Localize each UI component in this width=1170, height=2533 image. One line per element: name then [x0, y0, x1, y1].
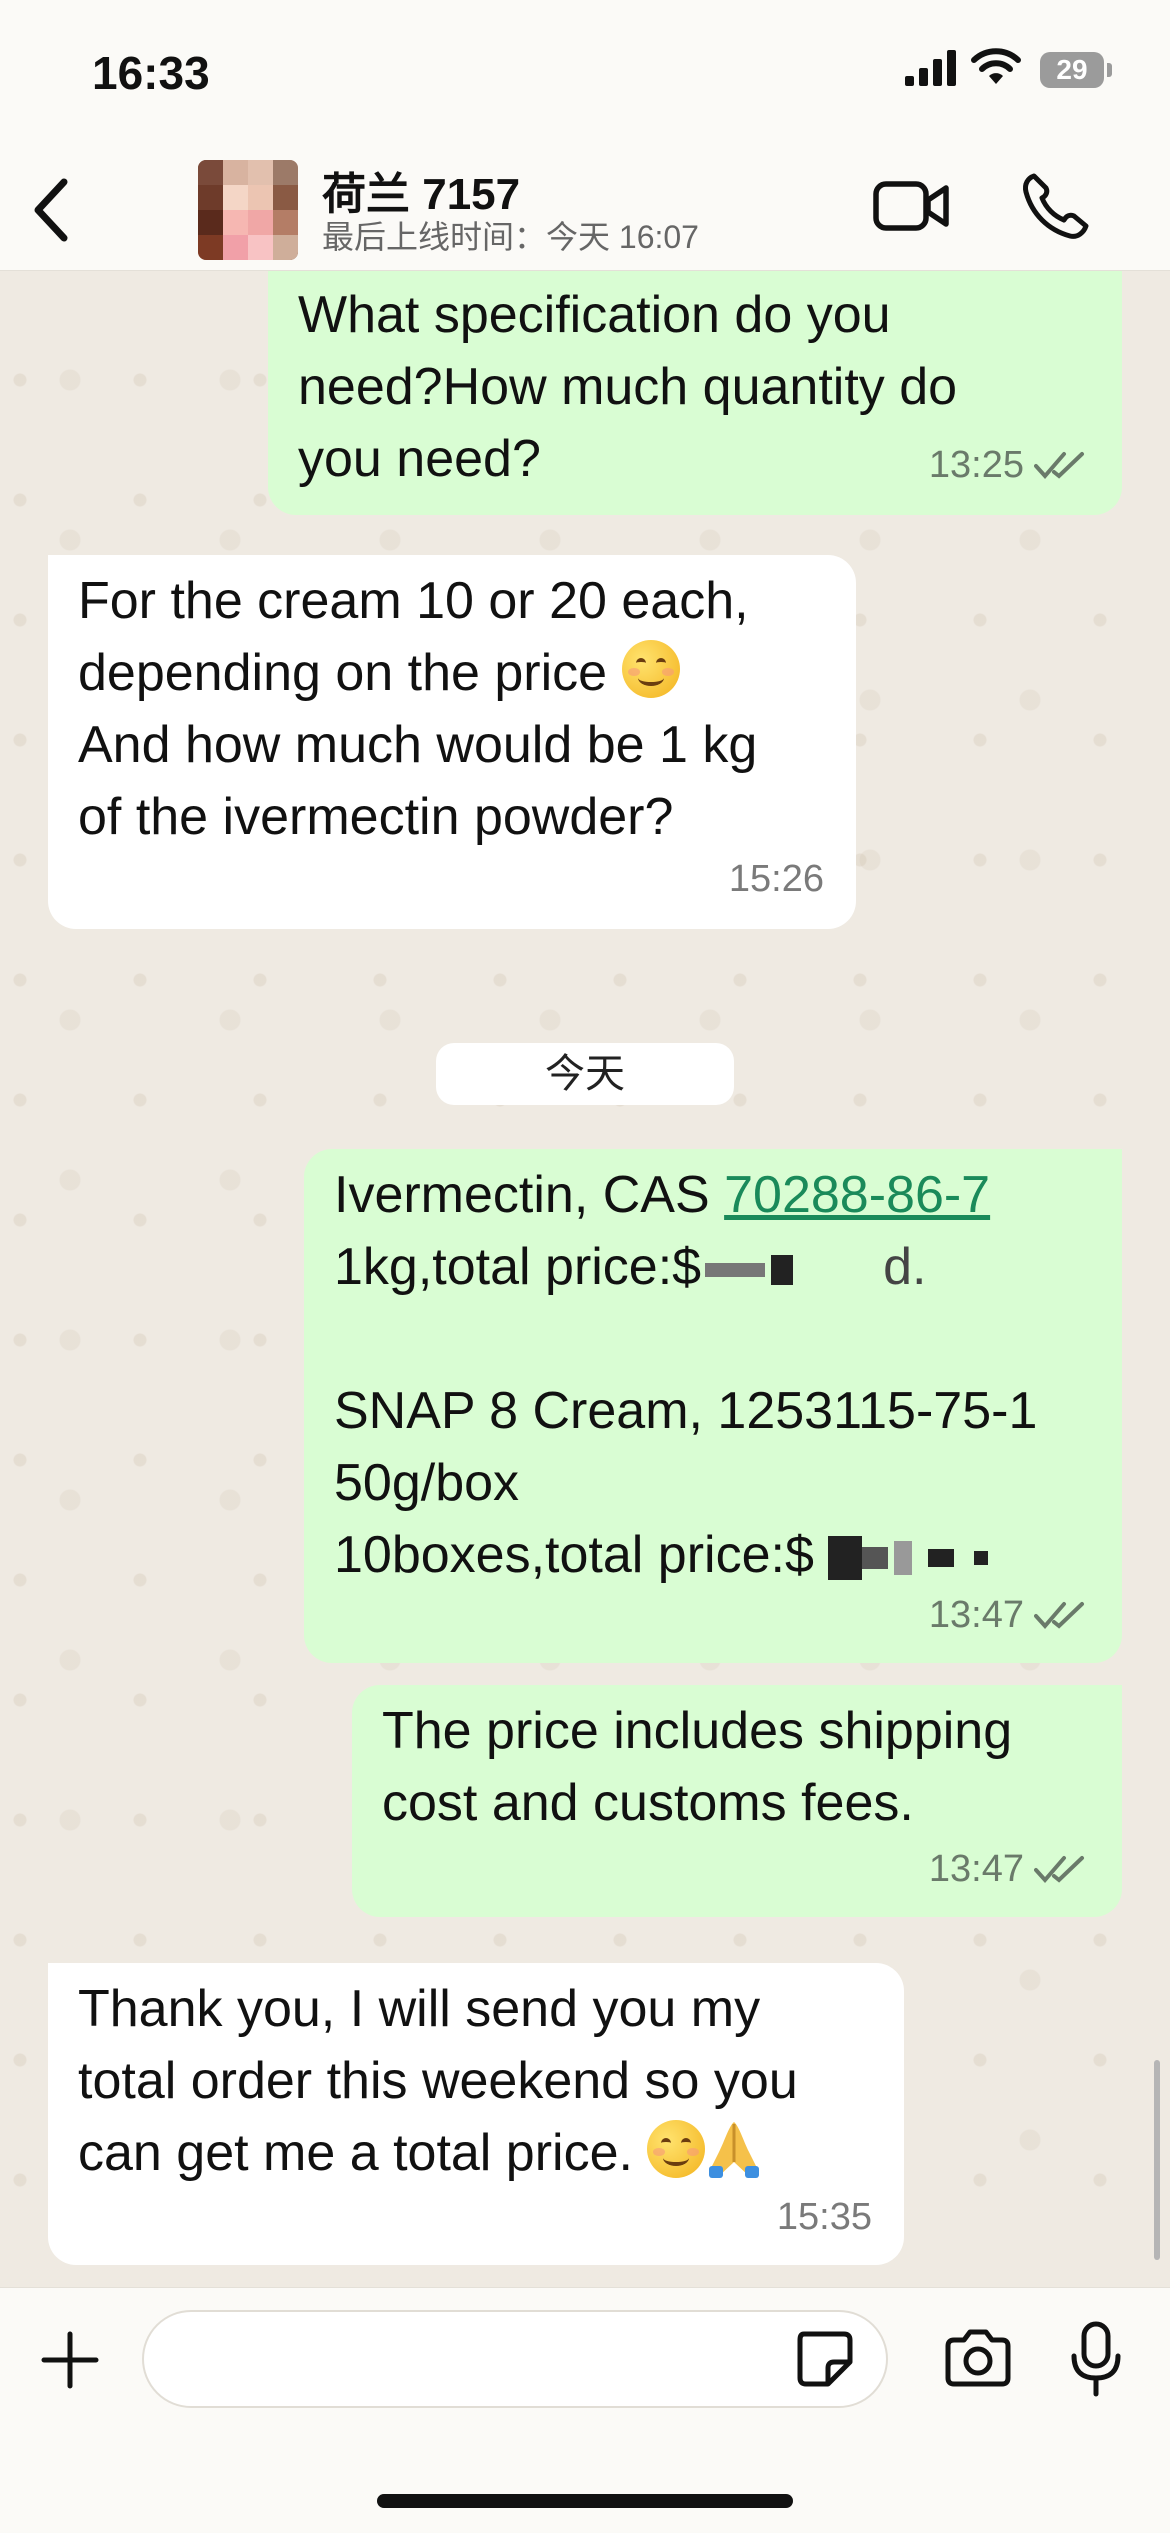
home-indicator [377, 2494, 793, 2508]
message-time: 15:35 [776, 2196, 872, 2238]
plus-icon[interactable] [40, 2330, 100, 2390]
message-text: For the cream 10 or 20 each, [78, 572, 749, 630]
smiling-face-emoji [621, 640, 680, 698]
message-time: 13:47 [928, 1594, 1024, 1636]
double-check-icon [1034, 452, 1084, 480]
cas-number-link[interactable]: 70288-86-7 [724, 1166, 990, 1224]
message-time: 13:47 [928, 1848, 1024, 1890]
message-text: And how much would be 1 kg [78, 716, 758, 774]
message-text: d. [883, 1238, 927, 1296]
folded-hands-emoji [709, 2122, 760, 2178]
redacted-price [893, 1541, 912, 1576]
smiling-face-emoji [647, 2120, 706, 2178]
message-text: can get me a total price. [78, 2124, 633, 2182]
message-text: The price includes shipping [382, 1702, 1013, 1760]
chevron-left-icon[interactable] [24, 170, 84, 250]
redacted-price [827, 1536, 862, 1581]
status-bar: 16:33 29 [0, 0, 1170, 150]
message-text: total order this weekend so you [78, 2052, 798, 2110]
message-text: Thank you, I will send you my [78, 1980, 761, 2038]
scrollbar[interactable] [1154, 2060, 1160, 2260]
redacted-price [771, 1255, 794, 1286]
redacted-price [927, 1549, 954, 1568]
message-input-bar [0, 2287, 1170, 2533]
last-seen-status: 最后上线时间：今天 16:07 [322, 219, 699, 255]
camera-icon[interactable] [942, 2328, 1014, 2388]
message-text: of the ivermectin powder? [78, 788, 674, 846]
message-text: What specification do you [298, 286, 891, 344]
message-text: SNAP 8 Cream, 1253115-75-1 [334, 1382, 1038, 1440]
microphone-icon[interactable] [1068, 2320, 1124, 2400]
double-check-icon [1034, 1602, 1084, 1630]
wifi-icon [971, 48, 1021, 84]
avatar[interactable] [198, 160, 298, 260]
message-text: need?How much quantity do [298, 358, 958, 416]
message-time: 13:25 [928, 444, 1024, 486]
message-input[interactable] [142, 2310, 888, 2408]
redacted-price [861, 1547, 888, 1570]
outgoing-message[interactable]: What specification do you need?How much … [268, 271, 1122, 515]
message-text: 10boxes,total price:$ [334, 1526, 814, 1584]
chat-header: 荷兰 7157 最后上线时间：今天 16:07 [0, 150, 1170, 271]
redacted-price [705, 1263, 766, 1278]
double-check-icon [1034, 1856, 1084, 1884]
outgoing-message[interactable]: The price includes shipping cost and cus… [352, 1685, 1122, 1917]
message-time: 15:26 [728, 858, 824, 900]
message-text: Ivermectin, CAS [334, 1166, 725, 1224]
phone-icon[interactable] [1020, 170, 1090, 242]
battery-icon: 29 [1040, 52, 1112, 88]
sticker-icon[interactable] [794, 2328, 854, 2388]
message-text: 50g/box [334, 1454, 520, 1512]
message-text: depending on the price [78, 644, 608, 702]
status-time: 16:33 [92, 47, 210, 99]
date-separator: 今天 [436, 1043, 734, 1105]
incoming-message[interactable]: For the cream 10 or 20 each, depending o… [48, 555, 856, 929]
video-camera-icon[interactable] [872, 174, 952, 238]
redacted-price [973, 1551, 988, 1566]
signal-icon [905, 50, 956, 86]
message-text: cost and customs fees. [382, 1774, 914, 1832]
message-text: 1kg,total price:$ [334, 1238, 702, 1296]
incoming-message[interactable]: Thank you, I will send you my total orde… [48, 1963, 904, 2265]
chat-messages: What specification do you need?How much … [0, 271, 1170, 2287]
outgoing-message[interactable]: Ivermectin, CAS 70288-86-7 1kg,total pri… [304, 1149, 1122, 1663]
